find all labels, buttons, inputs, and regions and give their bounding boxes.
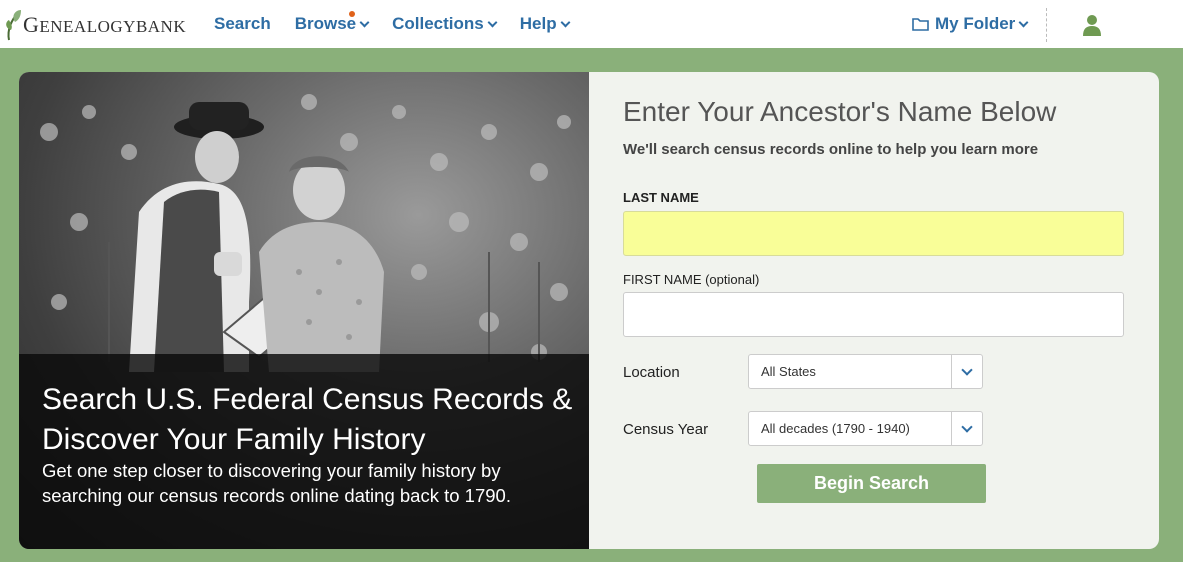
notification-dot [348, 11, 355, 17]
nav-browse-label: Browse [294, 14, 357, 33]
chevron-down-icon [487, 17, 498, 27]
last-name-label: LAST NAME [623, 190, 699, 205]
last-name-field[interactable] [623, 211, 1124, 256]
logo-rest: ENEALOGY [39, 17, 136, 36]
chevron-down-icon [359, 17, 370, 27]
nav-help-label: Help [519, 14, 557, 33]
nav-help[interactable]: Help [519, 14, 571, 34]
main-nav: Search Browse Collections Help [214, 0, 593, 48]
census-year-select[interactable]: All decades (1790 - 1940) [748, 411, 983, 446]
nav-search-label: Search [214, 14, 271, 33]
form-title: Enter Your Ancestor's Name Below [623, 96, 1057, 127]
logo-bank: BANK [135, 17, 187, 36]
hero-subtitle: Get one step closer to discovering your … [42, 460, 511, 506]
census-search-card: Search U.S. Federal Census Records & Dis… [19, 72, 1159, 549]
chevron-down-icon [1018, 17, 1029, 27]
nav-collections-label: Collections [392, 14, 484, 33]
nav-collections[interactable]: Collections [392, 14, 498, 34]
logo-initial: G [23, 12, 40, 37]
census-year-label: Census Year [623, 421, 709, 438]
location-label: Location [623, 364, 680, 381]
location-dropdown-button[interactable] [951, 355, 982, 388]
census-year-value: All decades (1790 - 1940) [761, 421, 910, 436]
logo-wordmark: GENEALOGYBANK [23, 12, 186, 38]
hero-title: Search U.S. Federal Census Records & Dis… [42, 383, 573, 456]
form-subtitle: We'll search census records online to he… [623, 141, 1039, 158]
location-value: All States [761, 364, 816, 379]
first-name-label: FIRST NAME (optional) [623, 272, 760, 287]
census-taker-photo: Search U.S. Federal Census Records & Dis… [19, 72, 589, 549]
begin-search-button[interactable]: Begin Search [757, 464, 986, 503]
folder-icon [912, 18, 929, 31]
genealogybank-logo[interactable]: GENEALOGYBANK [5, 4, 186, 44]
nav-search[interactable]: Search [214, 14, 271, 34]
my-folder-menu[interactable]: My Folder [912, 14, 1029, 34]
location-select[interactable]: All States [748, 354, 983, 389]
first-name-field[interactable] [623, 292, 1124, 337]
user-icon[interactable] [1083, 14, 1101, 36]
nav-browse[interactable]: Browse [294, 11, 370, 34]
chevron-down-icon [961, 364, 973, 376]
chevron-down-icon [560, 17, 571, 27]
chevron-down-icon [961, 421, 973, 433]
hero-caption: Search U.S. Federal Census Records & Dis… [19, 354, 589, 549]
my-folder-label: My Folder [935, 14, 1016, 33]
census-year-dropdown-button[interactable] [951, 412, 982, 445]
header-divider [1046, 8, 1047, 42]
site-header: GENEALOGYBANK Search Browse Collections … [0, 0, 1183, 48]
